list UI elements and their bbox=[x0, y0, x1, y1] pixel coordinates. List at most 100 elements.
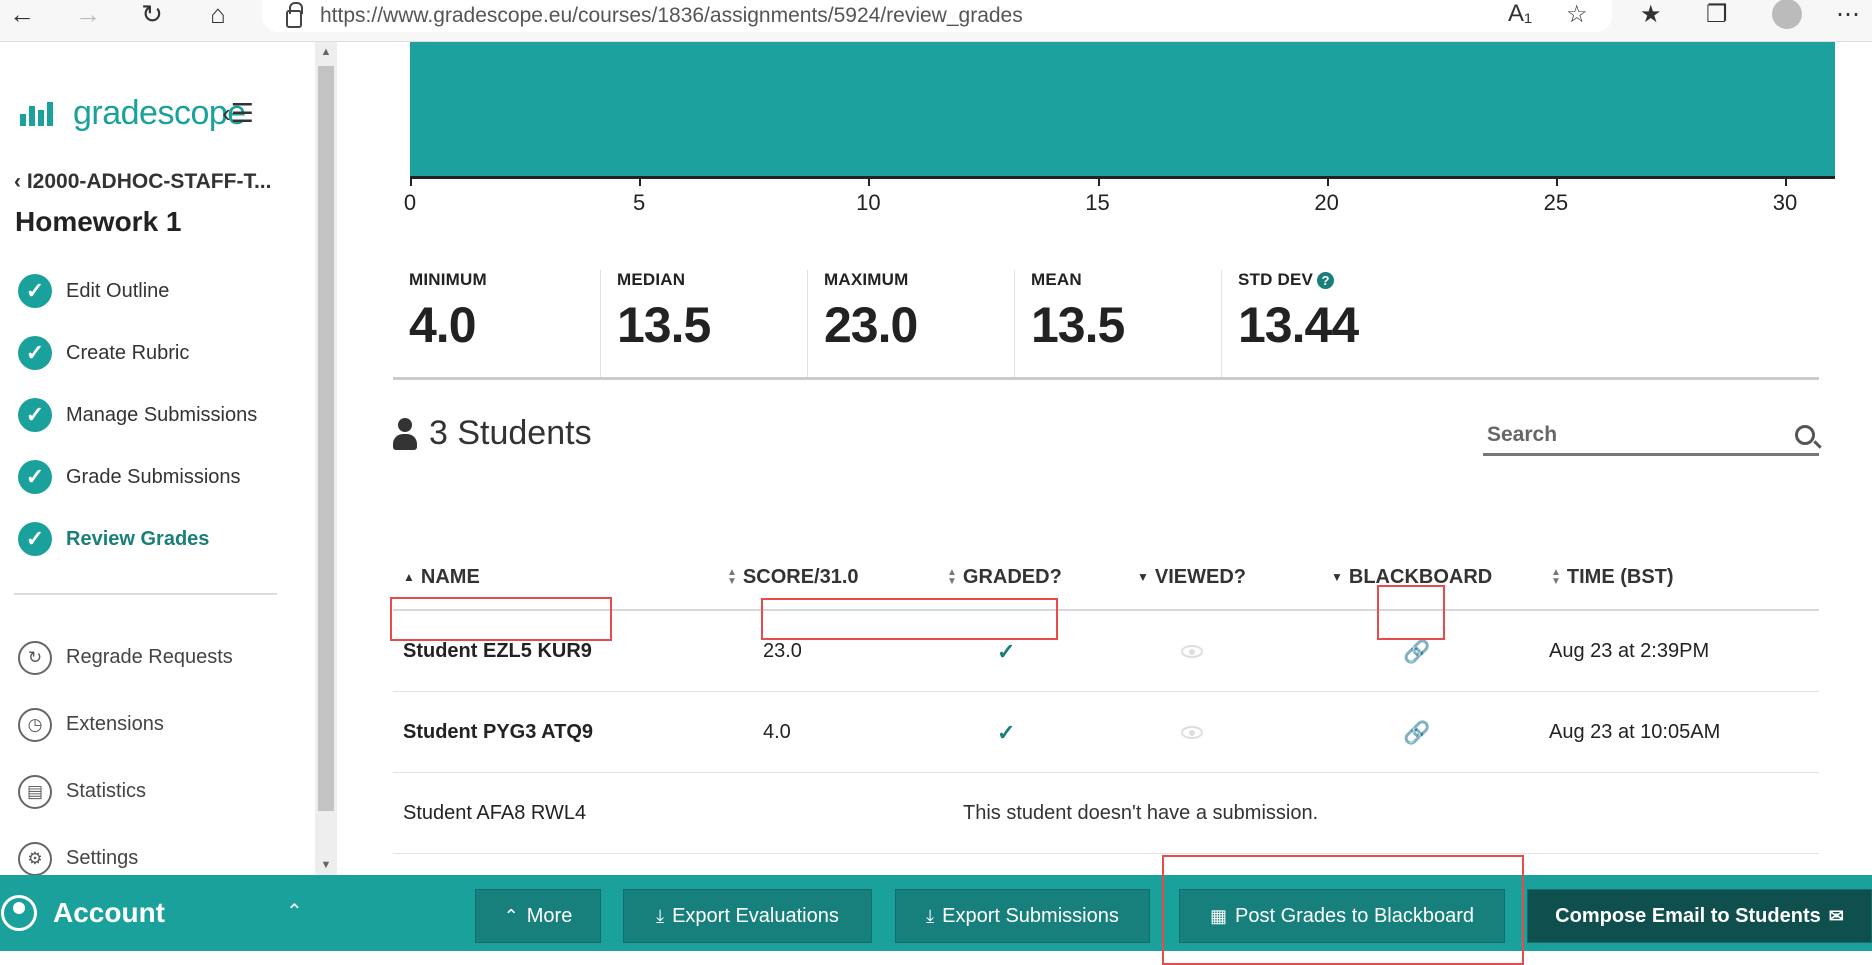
check-circle-icon: ✓ bbox=[18, 336, 52, 370]
profile-icon[interactable] bbox=[1772, 0, 1802, 29]
account-icon bbox=[1, 895, 37, 931]
column-time[interactable]: ▲ ▼ TIME (BST) bbox=[1551, 566, 1674, 589]
student-name[interactable]: Student AFA8 RWL4 bbox=[403, 773, 586, 854]
step-create-rubric[interactable]: ✓ Create Rubric bbox=[18, 322, 257, 384]
collections-icon[interactable]: ❐ bbox=[1706, 0, 1728, 28]
download-icon: ⤓ bbox=[656, 905, 665, 926]
chart-icon: ▤ bbox=[18, 774, 52, 809]
table-row: Student PYG3 ATQ9 4.0 ✓ 🔗 Aug 23 at 10:0… bbox=[393, 692, 1819, 773]
back-arrow-icon[interactable]: ← bbox=[2, 0, 42, 29]
column-graded[interactable]: ▲ ▼ GRADED? bbox=[947, 566, 1062, 589]
account-menu[interactable]: Account ⌃ bbox=[0, 875, 337, 951]
button-label: Export Evaluations bbox=[672, 904, 839, 927]
step-manage-submissions[interactable]: ✓ Manage Submissions bbox=[18, 384, 257, 446]
column-label: GRADED? bbox=[962, 565, 1062, 588]
tool-label: Statistics bbox=[66, 780, 147, 802]
students-count: 3 Students bbox=[429, 414, 592, 452]
export-evaluations-button[interactable]: ⤓ Export Evaluations bbox=[623, 889, 872, 943]
check-circle-icon: ✓ bbox=[18, 460, 52, 494]
stat-minimum: MINIMUM 4.0 bbox=[393, 270, 600, 377]
axis-tick-label: 5 bbox=[633, 190, 646, 215]
no-submission-message: This student doesn't have a submission. bbox=[963, 802, 1319, 824]
address-bar[interactable]: https://www.gradescope.eu/courses/1836/a… bbox=[262, 0, 1612, 32]
step-grade-submissions[interactable]: ✓ Grade Submissions bbox=[18, 446, 257, 508]
stat-value: 4.0 bbox=[409, 297, 477, 353]
check-circle-icon: ✓ bbox=[18, 398, 52, 432]
highlight-box bbox=[1162, 855, 1524, 965]
clock-icon: ◷ bbox=[18, 707, 52, 742]
score-value[interactable]: 4.0 bbox=[763, 692, 791, 773]
scroll-thumb[interactable] bbox=[318, 66, 334, 811]
person-icon bbox=[393, 417, 417, 450]
envelope-icon: ✉ bbox=[1828, 905, 1844, 926]
column-label: VIEWED? bbox=[1154, 565, 1247, 588]
step-label: Grade Submissions bbox=[66, 465, 241, 488]
compose-email-button[interactable]: Compose Email to Students ✉ bbox=[1527, 889, 1872, 943]
collapse-menu-icon[interactable]: ‹☰ bbox=[222, 98, 254, 129]
help-icon[interactable]: ? bbox=[1317, 271, 1335, 289]
read-aloud-icon[interactable]: A₁ bbox=[1508, 0, 1532, 28]
sort-icon: ▲ ▼ bbox=[1551, 567, 1561, 587]
step-review-grades[interactable]: ✓ Review Grades bbox=[18, 508, 257, 570]
highlight-box bbox=[1377, 585, 1445, 640]
forward-arrow-icon[interactable]: → bbox=[68, 0, 108, 29]
more-menu-icon[interactable]: ⋯ bbox=[1836, 0, 1860, 28]
student-name[interactable]: Student PYG3 ATQ9 bbox=[403, 692, 593, 773]
stat-value: 13.5 bbox=[617, 297, 711, 353]
axis-tick-label: 30 bbox=[1772, 190, 1798, 215]
sidebar-scrollbar[interactable]: ▲ ▼ bbox=[315, 42, 337, 875]
axis-tick bbox=[1326, 176, 1329, 186]
axis-tick-label: 20 bbox=[1314, 190, 1339, 215]
blackboard-link-icon[interactable]: 🔗 bbox=[1403, 692, 1430, 773]
chevron-up-icon: ⌃ bbox=[286, 901, 303, 923]
favorites-icon[interactable]: ★ bbox=[1640, 0, 1662, 28]
step-label: Review Grades bbox=[66, 527, 210, 550]
export-submissions-button[interactable]: ⤓ Export Submissions bbox=[895, 889, 1150, 943]
home-icon[interactable]: ⌂ bbox=[198, 0, 238, 29]
submission-time: Aug 23 at 10:05AM bbox=[1549, 721, 1721, 743]
column-score[interactable]: ▲ ▼ SCORE/31.0 bbox=[727, 566, 859, 589]
viewed-eye-icon bbox=[1181, 611, 1203, 692]
stat-median: MEDIAN 13.5 bbox=[600, 270, 807, 377]
regrade-icon: ↻ bbox=[18, 640, 52, 675]
more-button[interactable]: ⌃ More bbox=[475, 889, 601, 943]
axis-tick bbox=[1097, 176, 1100, 186]
gradescope-logo[interactable]: gradescope bbox=[20, 94, 246, 133]
step-edit-outline[interactable]: ✓ Edit Outline bbox=[18, 260, 257, 322]
search-placeholder: Search bbox=[1487, 422, 1558, 446]
search-icon[interactable] bbox=[1795, 424, 1815, 445]
url-text: https://www.gradescope.eu/courses/1836/a… bbox=[320, 4, 1023, 27]
refresh-icon[interactable]: ↻ bbox=[132, 0, 172, 29]
add-favorite-icon[interactable]: ☆ bbox=[1566, 0, 1588, 28]
lock-icon bbox=[286, 2, 303, 28]
stat-label: MINIMUM bbox=[409, 270, 487, 289]
brand-name: gradescope bbox=[73, 94, 246, 132]
axis-tick-label: 10 bbox=[856, 190, 881, 215]
column-label: NAME bbox=[420, 565, 480, 588]
search-input[interactable]: Search bbox=[1483, 416, 1819, 456]
column-viewed[interactable]: ▼ VIEWED? bbox=[1137, 566, 1246, 589]
scroll-up-arrow-icon[interactable]: ▲ bbox=[315, 46, 337, 58]
stat-mean: MEAN 13.5 bbox=[1014, 270, 1221, 377]
sort-icon: ▲ ▼ bbox=[727, 567, 737, 587]
main-content: 0 5 10 15 20 25 30 MINIMUM 4.0 MEDIAN 13.5 MAX… bbox=[337, 42, 1872, 875]
course-breadcrumb[interactable]: ‹ I2000-ADHOC-STAFF-T... bbox=[14, 170, 271, 194]
scroll-down-arrow-icon[interactable]: ▼ bbox=[315, 859, 337, 871]
step-label: Create Rubric bbox=[66, 341, 190, 364]
button-label: Compose Email to Students bbox=[1555, 904, 1821, 927]
sidebar-item-extensions[interactable]: ◷ Extensions bbox=[18, 691, 233, 758]
viewed-eye-icon bbox=[1181, 692, 1203, 773]
graded-check-icon: ✓ bbox=[997, 719, 1016, 745]
chevron-up-icon: ⌃ bbox=[503, 905, 519, 926]
sidebar-item-regrade-requests[interactable]: ↻ Regrade Requests bbox=[18, 624, 233, 691]
browser-toolbar: ← → ↻ ⌂ https://www.gradescope.eu/course… bbox=[0, 0, 1872, 42]
sidebar-item-statistics[interactable]: ▤ Statistics bbox=[18, 758, 233, 825]
sort-down-icon: ▼ bbox=[1137, 570, 1149, 584]
axis-tick-label: 0 bbox=[403, 190, 417, 215]
tool-label: Settings bbox=[66, 847, 139, 869]
logo-bars-icon bbox=[20, 101, 53, 126]
sort-down-icon: ▼ bbox=[1331, 570, 1343, 584]
sort-icon: ▲ ▼ bbox=[947, 567, 957, 587]
course-name: I2000-ADHOC-STAFF-T... bbox=[26, 170, 272, 193]
column-name[interactable]: ▲ NAME bbox=[403, 566, 480, 589]
